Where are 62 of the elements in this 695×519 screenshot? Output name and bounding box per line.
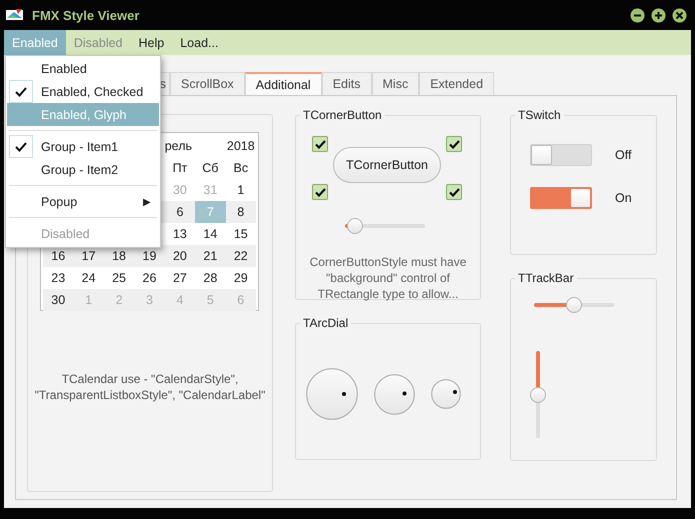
- group-title: TSwitch: [517, 108, 562, 122]
- calendar-day[interactable]: 25: [104, 267, 134, 289]
- dial[interactable]: [431, 379, 461, 409]
- calendar-day[interactable]: 13: [164, 223, 196, 245]
- tab[interactable]: Additional: [244, 72, 322, 95]
- calendar-year: 2018: [226, 139, 256, 153]
- group-title: TTrackBar: [517, 271, 575, 285]
- corner-button[interactable]: TCornerButton: [333, 147, 441, 183]
- weekday-label: Пт: [172, 160, 188, 177]
- toggle-switch[interactable]: [530, 144, 592, 166]
- tab[interactable]: Misc: [372, 72, 420, 95]
- calendar-day[interactable]: 23: [43, 267, 74, 289]
- minimize-icon[interactable]: [630, 8, 645, 22]
- calendar-day[interactable]: 15: [226, 223, 256, 245]
- calendar-day[interactable]: 21: [195, 245, 226, 267]
- calendar-day[interactable]: 1: [226, 179, 256, 201]
- calendar-note: TCalendar use - "CalendarStyle", "TransparentListboxStyle", "CalendarLabel": [34, 371, 266, 403]
- calendar-month: рель: [164, 139, 193, 153]
- menu-item[interactable]: Enabled: [7, 57, 159, 80]
- checkbox[interactable]: [446, 136, 462, 152]
- app-icon: [6, 9, 23, 21]
- tab[interactable]: Edits: [322, 72, 372, 95]
- weekday-label: Вс: [232, 160, 250, 177]
- weekday-label: Сб: [201, 160, 220, 177]
- calendar-day[interactable]: 24: [73, 267, 104, 289]
- calendar-day[interactable]: 18: [104, 245, 134, 267]
- calendar-day[interactable]: 28: [195, 267, 226, 289]
- calendar-day[interactable]: 14: [195, 223, 226, 245]
- calendar-day[interactable]: 22: [226, 245, 256, 267]
- dial[interactable]: [306, 368, 358, 420]
- checkbox[interactable]: [312, 184, 328, 200]
- menu-item[interactable]: Group - Item1: [7, 135, 159, 158]
- group-title: TArcDial: [302, 316, 350, 330]
- tab[interactable]: Extended: [419, 72, 494, 95]
- switch-label: On: [615, 191, 632, 205]
- calendar-day[interactable]: 16: [43, 245, 74, 267]
- switch-label: Off: [615, 148, 632, 162]
- dial[interactable]: [374, 374, 415, 414]
- window-title: FMX Style Viewer: [32, 8, 140, 22]
- submenu-arrow: ▶: [143, 196, 151, 208]
- calendar-day[interactable]: 19: [134, 245, 165, 267]
- maximize-icon[interactable]: [651, 8, 666, 22]
- calendar-day[interactable]: 30: [43, 289, 74, 311]
- tab[interactable]: ScrollBox: [170, 72, 245, 95]
- menu-bar-item[interactable]: Help: [130, 30, 172, 55]
- calendar-day[interactable]: 17: [73, 245, 104, 267]
- close-icon[interactable]: [672, 8, 687, 22]
- menu-item[interactable]: Group - Item2: [7, 158, 159, 181]
- note-text: CornerButtonStyle must have "background" control of TRectangle type to allow...: [308, 254, 468, 302]
- calendar-day[interactable]: 20: [164, 245, 196, 267]
- group-title: TCornerButton: [302, 108, 383, 122]
- checkbox[interactable]: [312, 136, 328, 152]
- menu-item[interactable]: Enabled, Checked: [7, 80, 159, 103]
- menu-bar-item[interactable]: Load...: [172, 30, 226, 55]
- calendar-day[interactable]: 27: [164, 267, 196, 289]
- calendar-day[interactable]: 26: [134, 267, 165, 289]
- checkbox[interactable]: [446, 184, 462, 200]
- menu-item[interactable]: Popup ▶: [7, 190, 159, 213]
- toggle-switch[interactable]: [530, 187, 592, 209]
- calendar-day[interactable]: 8: [226, 201, 256, 223]
- calendar-day[interactable]: 29: [226, 267, 256, 289]
- calendar-day[interactable]: 6: [164, 201, 196, 223]
